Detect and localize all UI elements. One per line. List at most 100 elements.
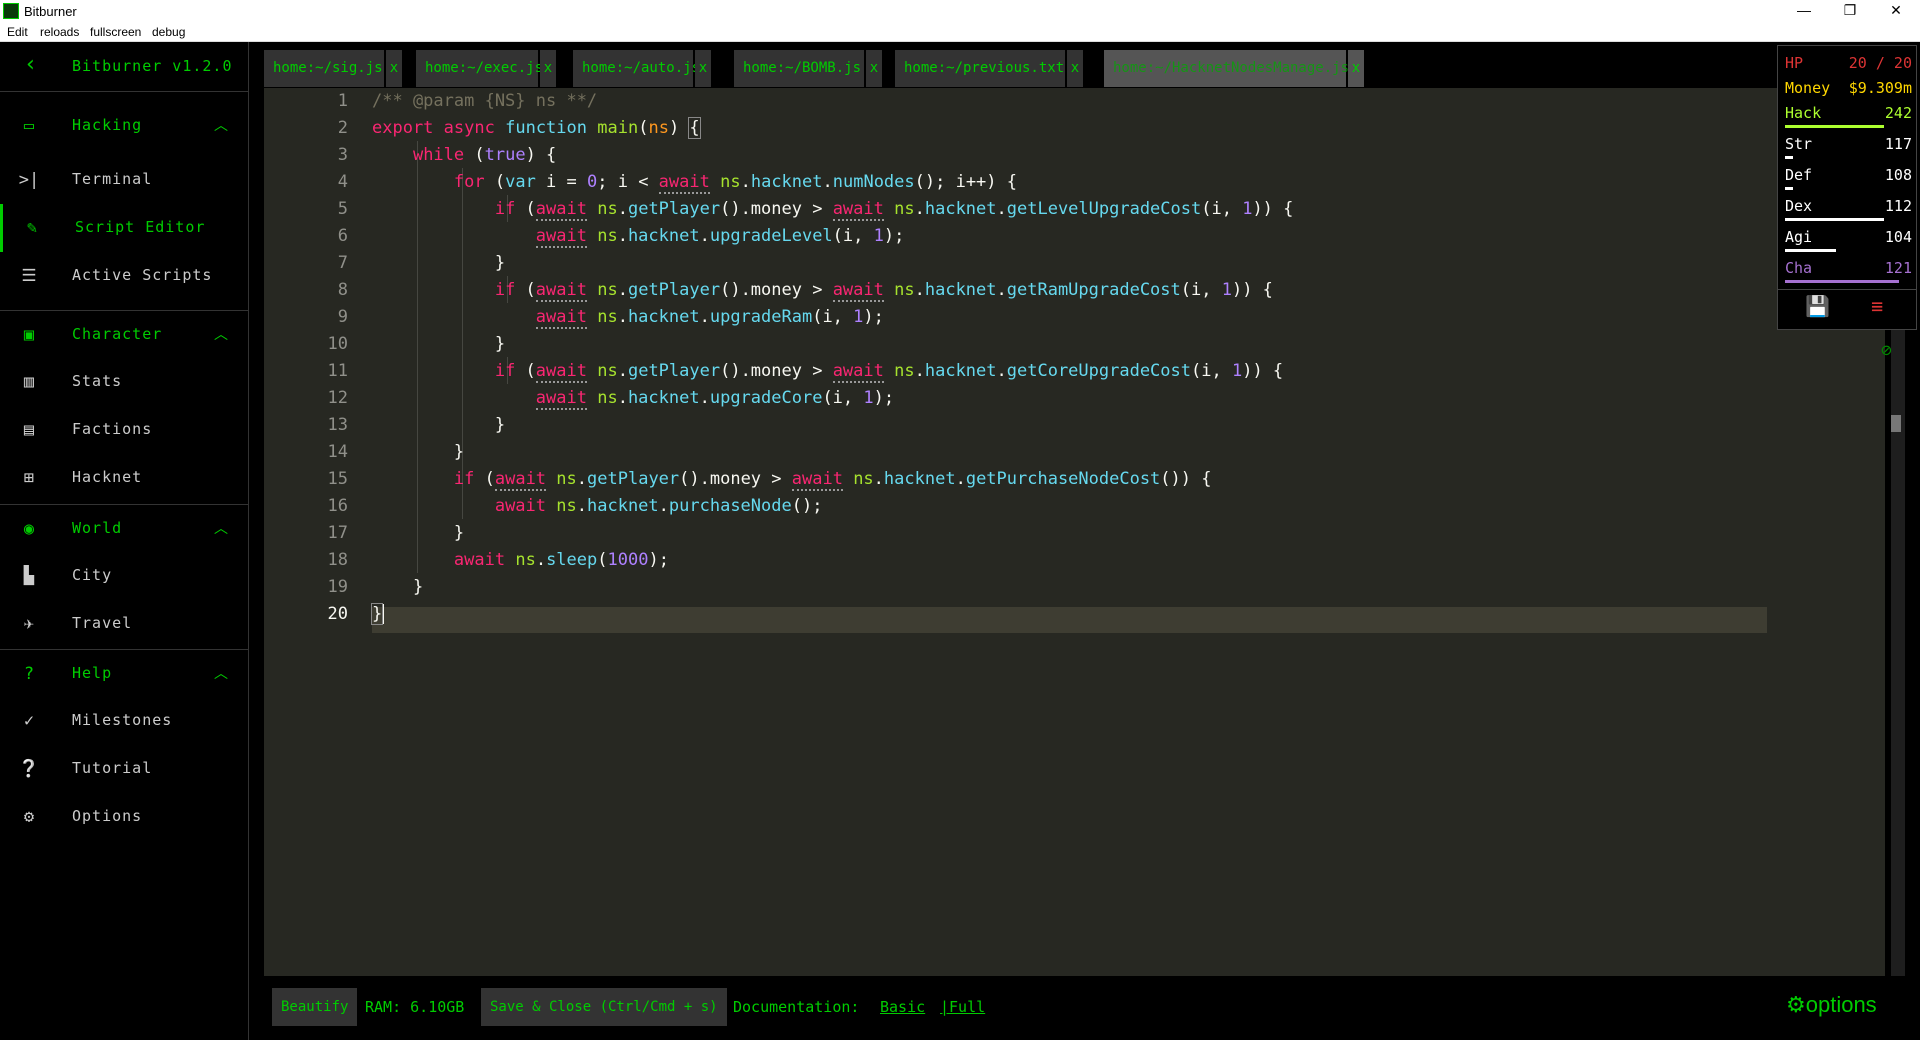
sidebar-item-terminal[interactable]: >| Terminal: [0, 156, 249, 204]
section-hacking[interactable]: ▭ Hacking ︿: [0, 102, 249, 150]
hp-label: HP: [1785, 54, 1804, 72]
stat-money: Money $9.309m: [1785, 77, 1912, 101]
restore-button[interactable]: ❐: [1830, 2, 1870, 19]
code-line-16: await ns.hacknet.purchaseNode();: [494, 496, 823, 516]
menu-reloads[interactable]: reloads: [40, 25, 79, 39]
hp-value: 20 / 20: [1848, 54, 1912, 72]
tab-hacknetnodesmanage-js[interactable]: home:~/HacknetNodesManage.js: [1104, 50, 1349, 87]
code-line-13: }: [372, 415, 506, 435]
line-number: 8: [337, 280, 348, 300]
stat-dex: Dex 112: [1785, 195, 1912, 219]
code-line-14: }: [372, 442, 465, 462]
code-line-4: for (var i = 0; i < await ns.hacknet.num…: [453, 172, 1017, 194]
chevron-up-icon: ︿: [214, 118, 228, 134]
scrollbar-thumb[interactable]: [1891, 415, 1901, 432]
tab-close-button[interactable]: x: [1067, 50, 1083, 87]
line-number: 13: [327, 415, 348, 435]
airplane-icon: ✈: [23, 614, 35, 634]
stat-value: 112: [1884, 197, 1912, 215]
sidebar-item-tutorial[interactable]: ❔ Tutorial: [0, 745, 249, 793]
tab-close-button[interactable]: x: [386, 50, 402, 87]
code-line-11: if (await ns.getPlayer().money > await n…: [494, 361, 1284, 383]
money-label: Money: [1785, 79, 1831, 97]
stat-label: Hack: [1785, 104, 1822, 122]
editor-options-button[interactable]: ⚙options: [1786, 992, 1877, 1018]
tab-previous-txt[interactable]: home:~/previous.txt: [895, 50, 1065, 87]
sidebar-item-label: Active Scripts: [72, 266, 213, 284]
tab-auto-js[interactable]: home:~/auto.js: [573, 50, 700, 87]
sidebar-item-hacknet[interactable]: ⊞ Hacknet: [0, 454, 249, 502]
sidebar-item-active-scripts[interactable]: ☰ Active Scripts: [0, 252, 249, 300]
line-number: 16: [327, 496, 348, 516]
sidebar-item-city[interactable]: ▙ City: [0, 552, 249, 600]
kill-scripts-icon[interactable]: ≡: [1871, 294, 1883, 318]
code-line-20: }: [370, 603, 385, 625]
tab-close-button[interactable]: x: [540, 50, 556, 87]
sidebar-item-label: Terminal: [72, 170, 153, 188]
hacknet-icon: ⊞: [23, 468, 35, 488]
editor-tabs: home:~/sig.js x home:~/exec.js x home:~/…: [264, 50, 1764, 87]
doc-full-link[interactable]: |Full: [940, 988, 985, 1026]
code-line-5: if (await ns.getPlayer().money > await n…: [494, 199, 1294, 221]
line-number: 17: [327, 523, 348, 543]
line-number: 19: [327, 577, 348, 597]
save-close-button[interactable]: Save & Close (Ctrl/Cmd + s): [481, 988, 727, 1026]
code-editor[interactable]: 1 2 3 4 5 6 7 8 9 10 11 12 13 14 15 16 17 18 19 20 /** @par…: [264, 88, 1885, 976]
code-line-17: }: [372, 523, 465, 543]
sidebar-item-label: City: [72, 566, 113, 584]
sidebar-item-options[interactable]: ⚙ Options: [0, 793, 249, 841]
sidebar-item-label: Stats: [72, 372, 123, 390]
menu-fullscreen[interactable]: fullscreen: [90, 25, 141, 39]
line-number: 6: [337, 226, 348, 246]
sidebar-item-label: Travel: [72, 614, 133, 632]
sidebar-item-milestones[interactable]: ✓ Milestones: [0, 697, 249, 745]
stat-value: 108: [1884, 166, 1912, 184]
globe-icon: ◉: [23, 519, 35, 539]
gear-icon: ⚙: [1786, 992, 1806, 1017]
tab-exec-js[interactable]: home:~/exec.js: [416, 50, 543, 87]
money-value: $9.309m: [1848, 79, 1912, 97]
tab-label: home:~/previous.txt: [904, 60, 1065, 76]
menu-edit[interactable]: Edit: [7, 25, 28, 39]
close-window-button[interactable]: ✕: [1876, 2, 1916, 19]
save-game-icon[interactable]: 💾: [1805, 294, 1830, 318]
line-number: 11: [327, 361, 348, 381]
stat-hp: HP 20 / 20: [1785, 52, 1912, 76]
sidebar-item-stats[interactable]: ▥ Stats: [0, 358, 249, 406]
sidebar-item-travel[interactable]: ✈ Travel: [0, 600, 249, 648]
doc-basic-link[interactable]: Basic: [880, 988, 925, 1026]
sidebar-item-factions[interactable]: ▤ Factions: [0, 406, 249, 454]
tab-sig-js[interactable]: home:~/sig.js: [264, 50, 384, 87]
collapse-sidebar-icon[interactable]: ‹: [24, 52, 37, 77]
pencil-icon: ✎: [26, 218, 38, 238]
line-number: 12: [327, 388, 348, 408]
city-icon: ▙: [23, 566, 35, 586]
code-line-15: if (await ns.getPlayer().money > await n…: [453, 469, 1212, 491]
tab-close-button[interactable]: x: [1348, 50, 1364, 87]
sidebar-item-script-editor[interactable]: ✎ Script Editor: [0, 204, 249, 252]
tab-label: home:~/auto.js: [582, 60, 701, 76]
app-logo-icon: [3, 3, 19, 19]
stat-label: Agi: [1785, 228, 1813, 246]
sidebar-header: ‹ Bitburner v1.2.0: [0, 42, 249, 92]
ram-usage: RAM: 6.10GB: [365, 998, 465, 1016]
gear-icon: ⚙: [23, 807, 35, 827]
stat-progress-bar: [1785, 125, 1884, 128]
section-help[interactable]: ? Help ︿: [0, 649, 249, 697]
eye-off-icon[interactable]: ⊘: [1881, 340, 1892, 361]
menu-bar: Edit reloads fullscreen debug: [0, 23, 1920, 42]
tab-bomb-js[interactable]: home:~/BOMB.js: [734, 50, 864, 87]
tab-close-button[interactable]: x: [695, 50, 711, 87]
help-box-icon: ?: [23, 664, 35, 684]
line-number: 7: [337, 253, 348, 273]
sidebar: ‹ Bitburner v1.2.0 ▭ Hacking ︿ >| Termin…: [0, 42, 249, 1040]
tab-label: home:~/sig.js: [273, 60, 383, 76]
section-world[interactable]: ◉ World ︿: [0, 504, 249, 552]
menu-debug[interactable]: debug: [152, 25, 185, 39]
minimize-button[interactable]: —: [1784, 2, 1824, 18]
beautify-button[interactable]: Beautify: [272, 988, 358, 1026]
section-character[interactable]: ▣ Character ︿: [0, 310, 249, 358]
section-hacking-label: Hacking: [72, 116, 143, 134]
tab-close-button[interactable]: x: [866, 50, 882, 87]
code-line-19: }: [372, 577, 424, 597]
